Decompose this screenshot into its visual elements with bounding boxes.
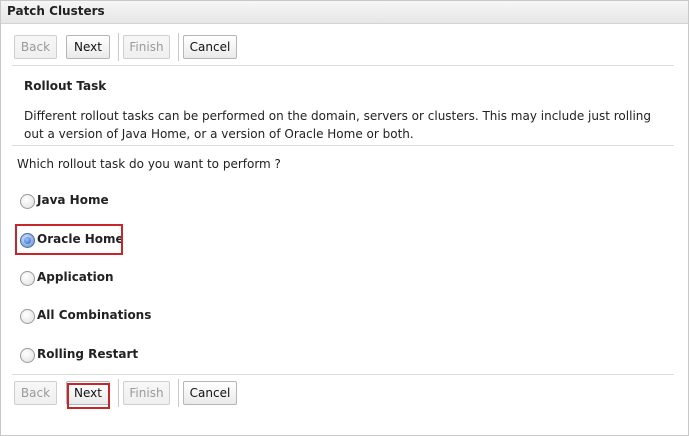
highlight-box [15, 224, 123, 255]
radio-button[interactable] [20, 309, 35, 324]
back-button[interactable]: Back [14, 381, 57, 405]
dialog-title: Patch Clusters [7, 4, 105, 18]
top-button-bar: Back Next Finish Cancel [1, 33, 688, 69]
finish-button[interactable]: Finish [123, 35, 170, 59]
next-button[interactable]: Next [66, 35, 110, 59]
radio-button[interactable] [20, 348, 35, 363]
cancel-button[interactable]: Cancel [183, 381, 237, 405]
back-button[interactable]: Back [14, 35, 57, 59]
finish-button[interactable]: Finish [123, 381, 170, 405]
divider [12, 145, 674, 146]
toolbar-divider [178, 33, 179, 61]
radio-button[interactable] [20, 194, 35, 209]
radio-button[interactable] [20, 271, 35, 286]
toolbar-divider [178, 379, 179, 407]
option-label[interactable]: Java Home [37, 193, 109, 207]
divider [12, 65, 674, 66]
toolbar-divider [118, 33, 119, 61]
option-label[interactable]: All Combinations [37, 308, 151, 322]
option-label[interactable]: Rolling Restart [37, 347, 138, 361]
section-description: Different rollout tasks can be performed… [24, 109, 651, 141]
patch-clusters-dialog: Patch Clusters Back Next Finish Cancel R… [0, 0, 689, 436]
rollout-question: Which rollout task do you want to perfor… [17, 157, 281, 171]
option-label[interactable]: Application [37, 270, 114, 284]
toolbar-divider [118, 379, 119, 407]
highlight-box [67, 383, 110, 409]
section-title: Rollout Task [24, 79, 107, 93]
divider [12, 374, 674, 375]
title-bar: Patch Clusters [1, 1, 688, 24]
cancel-button[interactable]: Cancel [183, 35, 237, 59]
